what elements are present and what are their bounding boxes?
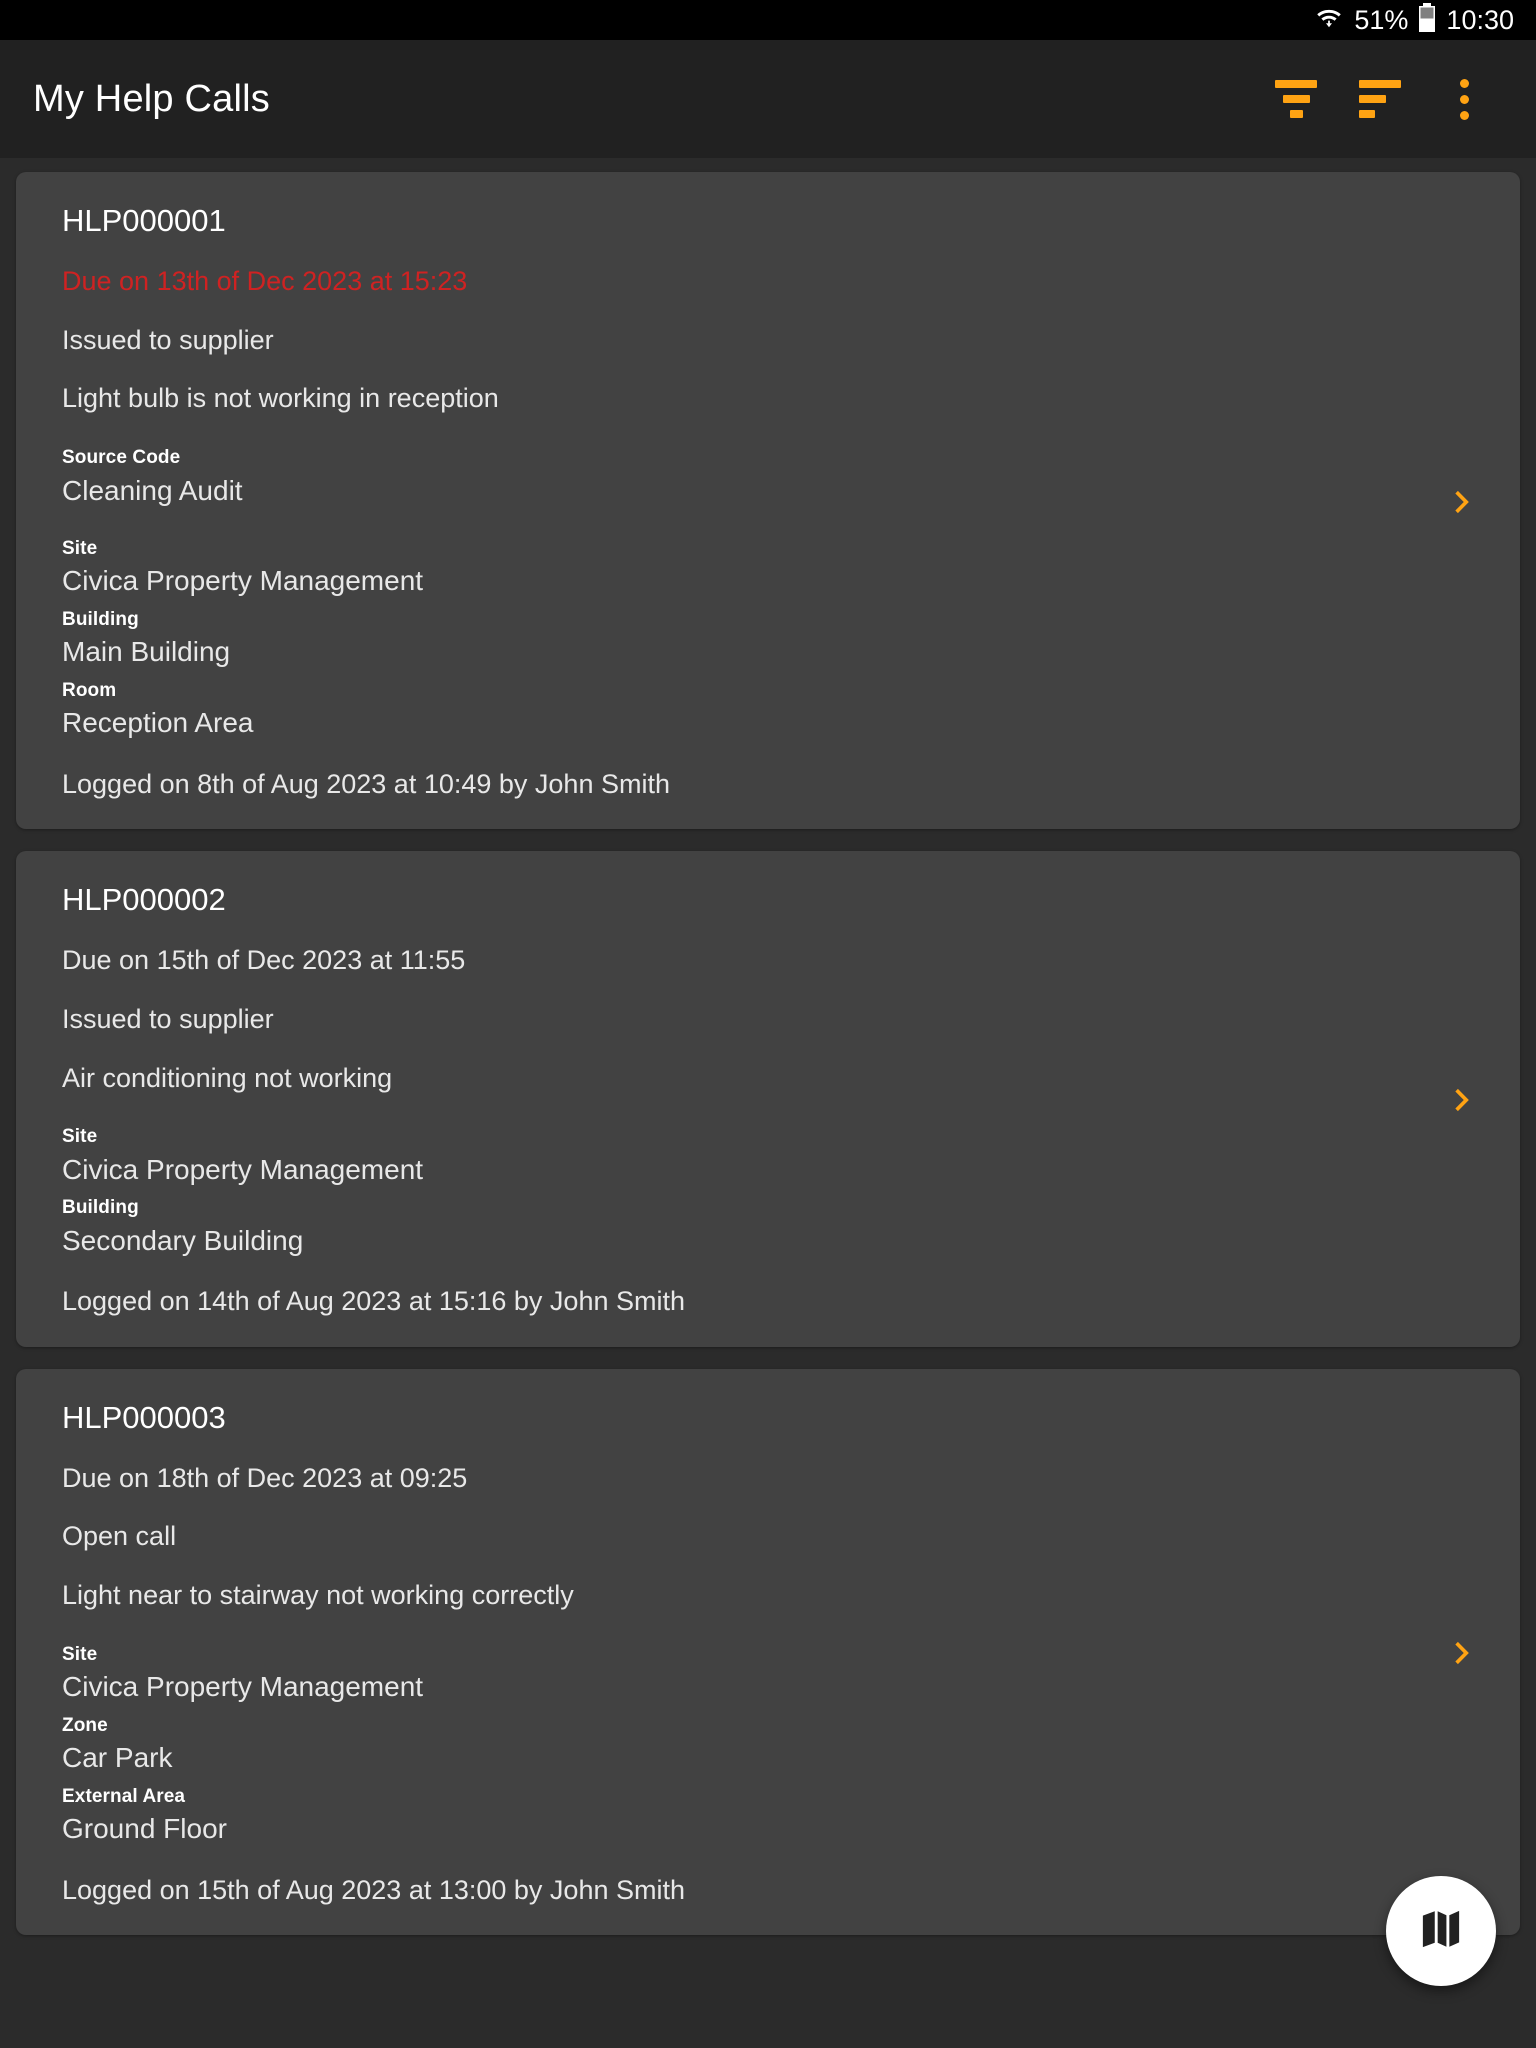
help-call-detail-fields: Site Civica Property Management Building Se… bbox=[62, 1123, 1422, 1259]
help-call-reference: HLP000003 bbox=[62, 1399, 226, 1435]
detail-field-label: Site bbox=[62, 1643, 98, 1665]
help-call-logged-info: Logged on 14th of Aug 2023 at 15:16 by J… bbox=[62, 1286, 685, 1317]
help-call-due-date: Due on 18th of Dec 2023 at 09:25 bbox=[62, 1462, 468, 1493]
help-call-description: Light near to stairway not working corre… bbox=[62, 1580, 574, 1611]
battery-icon bbox=[1418, 2, 1436, 38]
detail-field-label: Zone bbox=[62, 1714, 108, 1736]
help-call-description: Light bulb is not working in reception bbox=[62, 383, 499, 414]
status-bar: 51% 10:30 bbox=[0, 0, 1536, 40]
detail-field: Source Code Cleaning Audit bbox=[62, 444, 1422, 509]
overflow-menu-icon bbox=[1459, 78, 1469, 120]
detail-field-value: Civica Property Management bbox=[62, 565, 424, 597]
detail-field: Zone Car Park bbox=[62, 1712, 1422, 1777]
detail-field-label: Building bbox=[62, 1197, 139, 1219]
help-call-card[interactable]: HLP000002 Due on 15th of Dec 2023 at 11:5… bbox=[16, 851, 1520, 1347]
detail-field-value: Civica Property Management bbox=[62, 1671, 424, 1703]
help-call-due-date: Due on 13th of Dec 2023 at 15:23 bbox=[62, 265, 468, 296]
overflow-menu-button[interactable] bbox=[1422, 57, 1506, 141]
detail-field-value: Car Park bbox=[62, 1742, 173, 1774]
help-call-card-body: HLP000003 Due on 18th of Dec 2023 at 09:2… bbox=[62, 1399, 1422, 1907]
help-call-status: Open call bbox=[62, 1521, 177, 1552]
help-call-due-date: Due on 15th of Dec 2023 at 11:55 bbox=[62, 945, 466, 976]
detail-field-value: Ground Floor bbox=[62, 1813, 227, 1845]
detail-field: Building Secondary Building bbox=[62, 1194, 1422, 1259]
help-call-card[interactable]: HLP000003 Due on 18th of Dec 2023 at 09:2… bbox=[16, 1368, 1520, 1936]
detail-field-label: Building bbox=[62, 608, 139, 630]
status-bar-right-cluster: 51% 10:30 bbox=[1314, 2, 1514, 38]
detail-field: External Area Ground Floor bbox=[62, 1783, 1422, 1848]
detail-field-label: Site bbox=[62, 1126, 98, 1148]
help-call-reference: HLP000001 bbox=[62, 203, 226, 238]
detail-field-value: Secondary Building bbox=[62, 1224, 304, 1256]
detail-field-value: Cleaning Audit bbox=[62, 474, 243, 506]
help-call-status: Issued to supplier bbox=[62, 1003, 274, 1034]
detail-field-value: Reception Area bbox=[62, 707, 254, 739]
status-bar-clock: 10:30 bbox=[1446, 4, 1514, 35]
help-call-status: Issued to supplier bbox=[62, 324, 274, 355]
chevron-right-icon[interactable] bbox=[1440, 1077, 1486, 1123]
help-call-card[interactable]: HLP000001 Due on 13th of Dec 2023 at 15:2… bbox=[16, 172, 1520, 830]
help-call-logged-info: Logged on 8th of Aug 2023 at 10:49 by Jo… bbox=[62, 768, 670, 799]
filter-button[interactable] bbox=[1254, 57, 1338, 141]
detail-field: Site Civica Property Management bbox=[62, 535, 1422, 600]
help-call-detail-fields: Source Code Cleaning Audit Site Civica Prop… bbox=[62, 444, 1422, 742]
detail-field: Site Civica Property Management bbox=[62, 1123, 1422, 1188]
help-call-logged-info: Logged on 15th of Aug 2023 at 13:00 by J… bbox=[62, 1874, 685, 1905]
detail-field-label: Room bbox=[62, 679, 117, 701]
battery-percentage: 51% bbox=[1354, 4, 1409, 35]
detail-field: Room Reception Area bbox=[62, 677, 1422, 742]
detail-field-label: Site bbox=[62, 537, 98, 559]
sort-button[interactable] bbox=[1338, 57, 1422, 141]
detail-field: Building Main Building bbox=[62, 606, 1422, 671]
help-call-card-body: HLP000002 Due on 15th of Dec 2023 at 11:5… bbox=[62, 881, 1422, 1319]
help-call-list[interactable]: HLP000001 Due on 13th of Dec 2023 at 15:2… bbox=[0, 158, 1536, 2048]
help-call-detail-fields: Site Civica Property Management Zone Car Pa… bbox=[62, 1641, 1422, 1848]
detail-field-value: Main Building bbox=[62, 636, 231, 668]
map-view-fab[interactable] bbox=[1386, 1876, 1496, 1986]
chevron-right-icon[interactable] bbox=[1440, 1630, 1486, 1676]
wifi-icon bbox=[1314, 3, 1344, 38]
detail-field-value: Civica Property Management bbox=[62, 1153, 424, 1185]
chevron-right-icon[interactable] bbox=[1440, 479, 1486, 525]
help-call-description: Air conditioning not working bbox=[62, 1062, 393, 1093]
help-call-reference: HLP000002 bbox=[62, 882, 226, 918]
help-call-card-body: HLP000001 Due on 13th of Dec 2023 at 15:2… bbox=[62, 202, 1422, 801]
map-icon bbox=[1416, 1904, 1466, 1959]
detail-field: Site Civica Property Management bbox=[62, 1641, 1422, 1706]
sort-icon bbox=[1359, 80, 1401, 118]
detail-field-label: External Area bbox=[62, 1785, 186, 1807]
page-title: My Help Calls bbox=[33, 77, 270, 120]
app-bar: My Help Calls bbox=[0, 40, 1536, 158]
detail-field-label: Source Code bbox=[62, 447, 181, 468]
filter-icon bbox=[1275, 80, 1317, 118]
app-bar-actions bbox=[1254, 57, 1506, 141]
